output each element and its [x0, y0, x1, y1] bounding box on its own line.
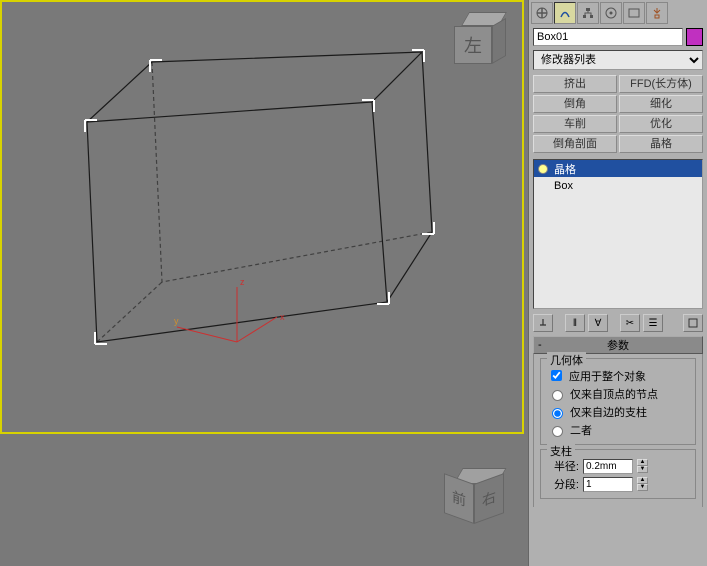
only-edge-label: 仅来自边的支柱: [570, 404, 647, 420]
utilities-tab[interactable]: [646, 2, 668, 24]
stack-item-label: 晶格: [554, 161, 576, 177]
only-edge-radio[interactable]: [552, 408, 563, 419]
mod-btn-optimize[interactable]: 优化: [619, 115, 703, 133]
axis-z-label: z: [240, 277, 245, 287]
wireframe-box: x y z: [2, 2, 522, 432]
radius-label: 半径:: [547, 458, 579, 474]
segs-spin-down[interactable]: ▼: [637, 484, 648, 491]
struts-group: 支柱 半径: ▲▼ 分段: ▲▼: [540, 449, 696, 499]
stack-item-label: Box: [554, 180, 573, 192]
bulb-icon[interactable]: [538, 164, 548, 174]
mod-btn-lattice[interactable]: 晶格: [619, 135, 703, 153]
mod-btn-tessellate[interactable]: 细化: [619, 95, 703, 113]
apply-whole-label: 应用于整个对象: [569, 368, 646, 384]
stack-item-box[interactable]: Box: [534, 177, 702, 194]
only-vertex-radio[interactable]: [552, 390, 563, 401]
create-tab[interactable]: [531, 2, 553, 24]
display-tab[interactable]: [623, 2, 645, 24]
axis-y-label: y: [174, 316, 179, 326]
both-label: 二者: [570, 422, 592, 438]
segs-input[interactable]: [583, 477, 633, 492]
viewcube-2[interactable]: 前 右: [444, 468, 516, 540]
viewcube-face-left[interactable]: 左: [454, 26, 492, 64]
geometry-group-title: 几何体: [547, 352, 586, 368]
configure-sets-button[interactable]: ☰: [643, 314, 663, 332]
viewcube[interactable]: 左: [454, 12, 514, 72]
lower-viewport[interactable]: 前 右: [0, 438, 524, 566]
modifier-buttons: 挤出 FFD(长方体) 倒角 细化 车削 优化 倒角剖面 晶格: [529, 72, 707, 156]
perspective-viewport[interactable]: x y z 左: [0, 0, 524, 434]
mod-btn-lathe[interactable]: 车削: [533, 115, 617, 133]
only-vertex-label: 仅来自顶点的节点: [570, 386, 658, 402]
modifier-stack[interactable]: 晶格 Box: [533, 159, 703, 309]
radius-spin-down[interactable]: ▼: [637, 466, 648, 473]
object-name-input[interactable]: [533, 28, 683, 46]
make-unique-button[interactable]: ∀: [588, 314, 608, 332]
stack-toolbar: ‖ ∀ ✂ ☰: [529, 312, 707, 334]
command-panel: 修改器列表 挤出 FFD(长方体) 倒角 细化 车削 优化 倒角剖面 晶格 晶格…: [528, 0, 707, 566]
segs-label: 分段:: [547, 476, 579, 492]
hierarchy-tab[interactable]: [577, 2, 599, 24]
rollout-title: 参数: [607, 337, 629, 353]
mod-btn-ffd-box[interactable]: FFD(长方体): [619, 75, 703, 93]
struts-group-title: 支柱: [547, 443, 575, 459]
apply-whole-checkbox[interactable]: [551, 370, 562, 381]
radius-input[interactable]: [583, 459, 633, 474]
both-radio[interactable]: [552, 426, 563, 437]
command-panel-tabs: [529, 0, 707, 26]
modify-tab[interactable]: [554, 2, 576, 24]
viewport-area: x y z 左 前 右: [0, 0, 528, 566]
modifier-list-dropdown[interactable]: 修改器列表: [533, 50, 703, 70]
show-result-button[interactable]: ‖: [565, 314, 585, 332]
geometry-group: 几何体 应用于整个对象 仅来自顶点的节点 仅来自边的支柱 二者: [540, 358, 696, 445]
mod-btn-chamfer-section[interactable]: 倒角剖面: [533, 135, 617, 153]
stack-config-button[interactable]: [683, 314, 703, 332]
radius-spin-up[interactable]: ▲: [637, 459, 648, 466]
remove-modifier-button[interactable]: ✂: [620, 314, 640, 332]
axis-x-label: x: [280, 312, 285, 322]
motion-tab[interactable]: [600, 2, 622, 24]
mod-btn-extrude[interactable]: 挤出: [533, 75, 617, 93]
mod-btn-chamfer[interactable]: 倒角: [533, 95, 617, 113]
pin-stack-button[interactable]: [533, 314, 553, 332]
segs-spin-up[interactable]: ▲: [637, 477, 648, 484]
object-color-swatch[interactable]: [686, 28, 703, 46]
params-rollout-body: 几何体 应用于整个对象 仅来自顶点的节点 仅来自边的支柱 二者: [533, 354, 703, 507]
stack-item-lattice[interactable]: 晶格: [534, 160, 702, 177]
